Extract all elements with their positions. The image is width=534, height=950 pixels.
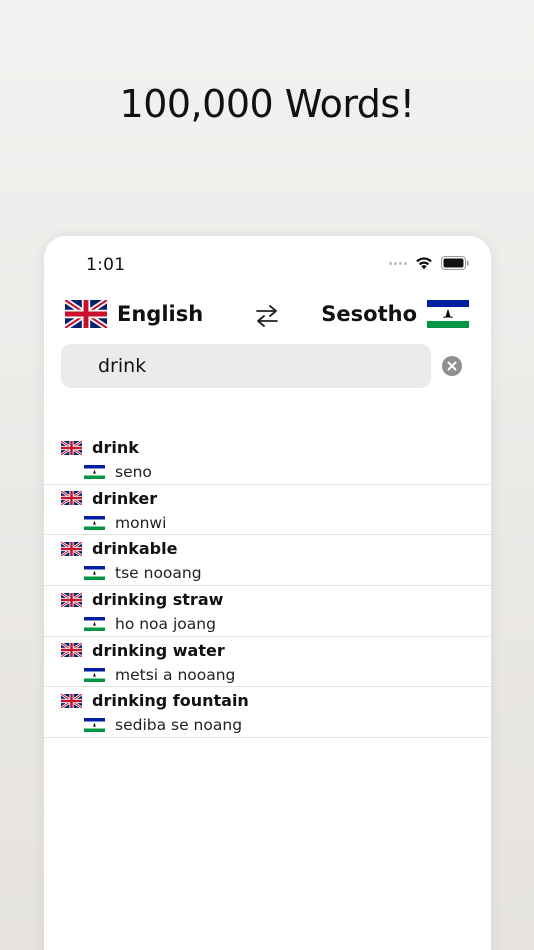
result-translation: monwi [115, 513, 167, 532]
status-time: 1:01 [86, 255, 126, 275]
status-icons [389, 256, 469, 270]
results-list: drink seno drinker monwi drinkable tse n… [44, 434, 491, 739]
lesotho-flag-icon [84, 515, 105, 530]
headline: 100,000 Words! [119, 82, 415, 126]
uk-flag-icon [61, 693, 82, 708]
lesotho-flag-icon [84, 465, 105, 479]
result-item[interactable]: drink seno [44, 434, 491, 485]
phone-screen: 1:01 English Sesotho drink drink seno dr… [44, 236, 491, 950]
result-translation: ho noa joang [115, 615, 216, 634]
status-bar: 1:01 [44, 236, 491, 286]
source-language-label: English [117, 302, 204, 326]
uk-flag-icon [61, 491, 82, 506]
language-bar: English Sesotho [44, 298, 491, 332]
result-term: drink [92, 438, 139, 457]
uk-flag-icon [61, 440, 82, 455]
uk-flag-icon [61, 592, 82, 607]
uk-flag-icon [65, 300, 107, 328]
result-item[interactable]: drinker monwi [44, 485, 491, 536]
result-term: drinking straw [92, 590, 224, 610]
result-item[interactable]: drinking water metsi a nooang [44, 637, 491, 688]
lesotho-flag-icon [84, 566, 105, 581]
clear-icon[interactable] [442, 356, 462, 376]
lesotho-flag-icon [84, 718, 105, 733]
result-item[interactable]: drinkable tse nooang [44, 535, 491, 587]
result-translation: tse nooang [115, 564, 202, 583]
result-translation: seno [115, 463, 152, 481]
result-term: drinker [92, 488, 158, 508]
target-language-button[interactable]: Sesotho [321, 300, 469, 328]
signal-icon [389, 261, 407, 265]
battery-icon [441, 256, 469, 270]
result-item[interactable]: drinking fountain sediba se noang [44, 687, 491, 739]
result-term: drinking water [92, 640, 225, 660]
result-translation: metsi a nooang [115, 665, 236, 684]
lesotho-flag-icon [427, 300, 469, 328]
result-item[interactable]: drinking straw ho noa joang [44, 586, 491, 637]
search-field[interactable] [61, 344, 431, 388]
search-input[interactable] [98, 344, 418, 388]
lesotho-flag-icon [84, 667, 105, 682]
uk-flag-icon [61, 643, 82, 658]
source-language-button[interactable]: English [65, 300, 203, 328]
uk-flag-icon [61, 541, 82, 556]
swap-arrows-icon[interactable] [254, 303, 280, 329]
result-term: drinkable [92, 539, 178, 559]
target-language-label: Sesotho [321, 302, 417, 326]
result-translation: sediba se noang [115, 716, 243, 735]
lesotho-flag-icon [84, 617, 105, 632]
result-term: drinking fountain [92, 691, 249, 711]
wifi-icon [416, 257, 432, 270]
